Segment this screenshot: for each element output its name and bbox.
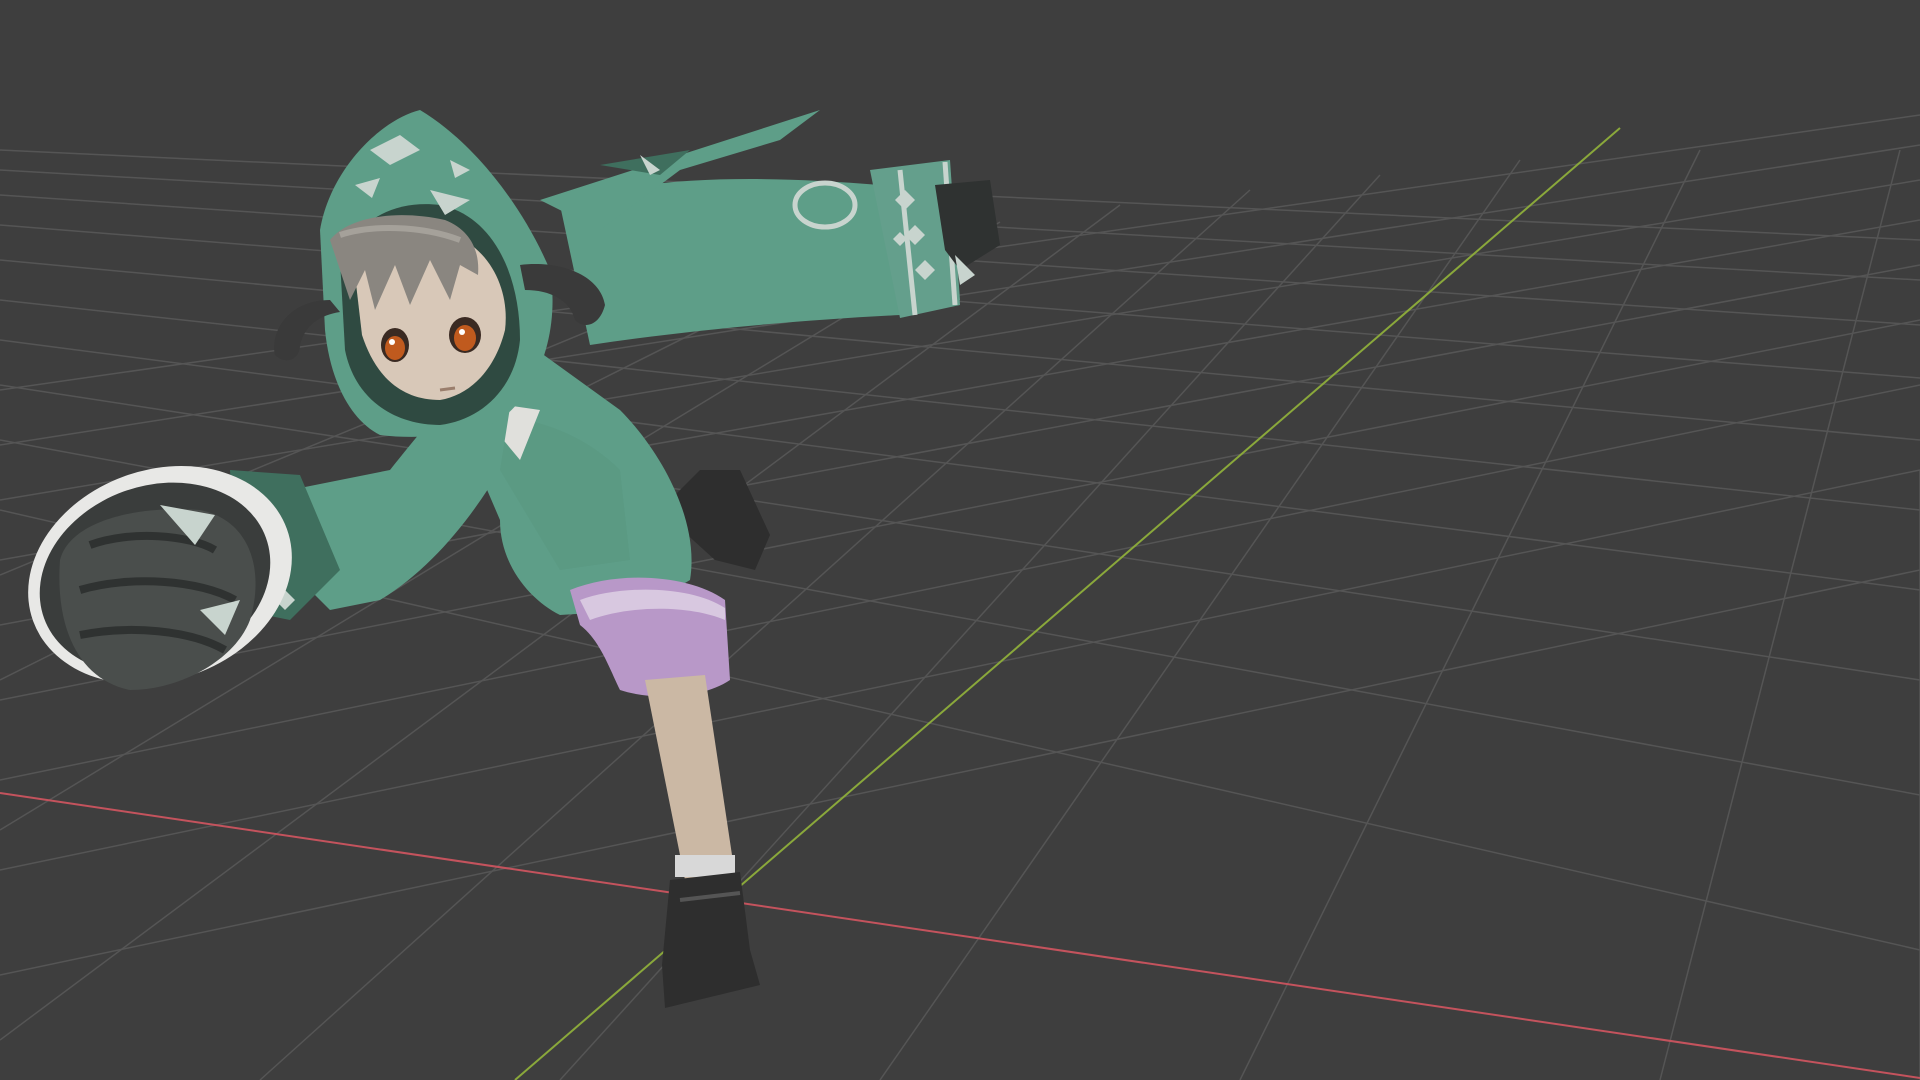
- 3d-viewport[interactable]: [0, 0, 1920, 1080]
- viewport-canvas[interactable]: [0, 0, 1920, 1080]
- character-model[interactable]: [0, 110, 1000, 1008]
- x-axis-line: [0, 792, 1920, 1079]
